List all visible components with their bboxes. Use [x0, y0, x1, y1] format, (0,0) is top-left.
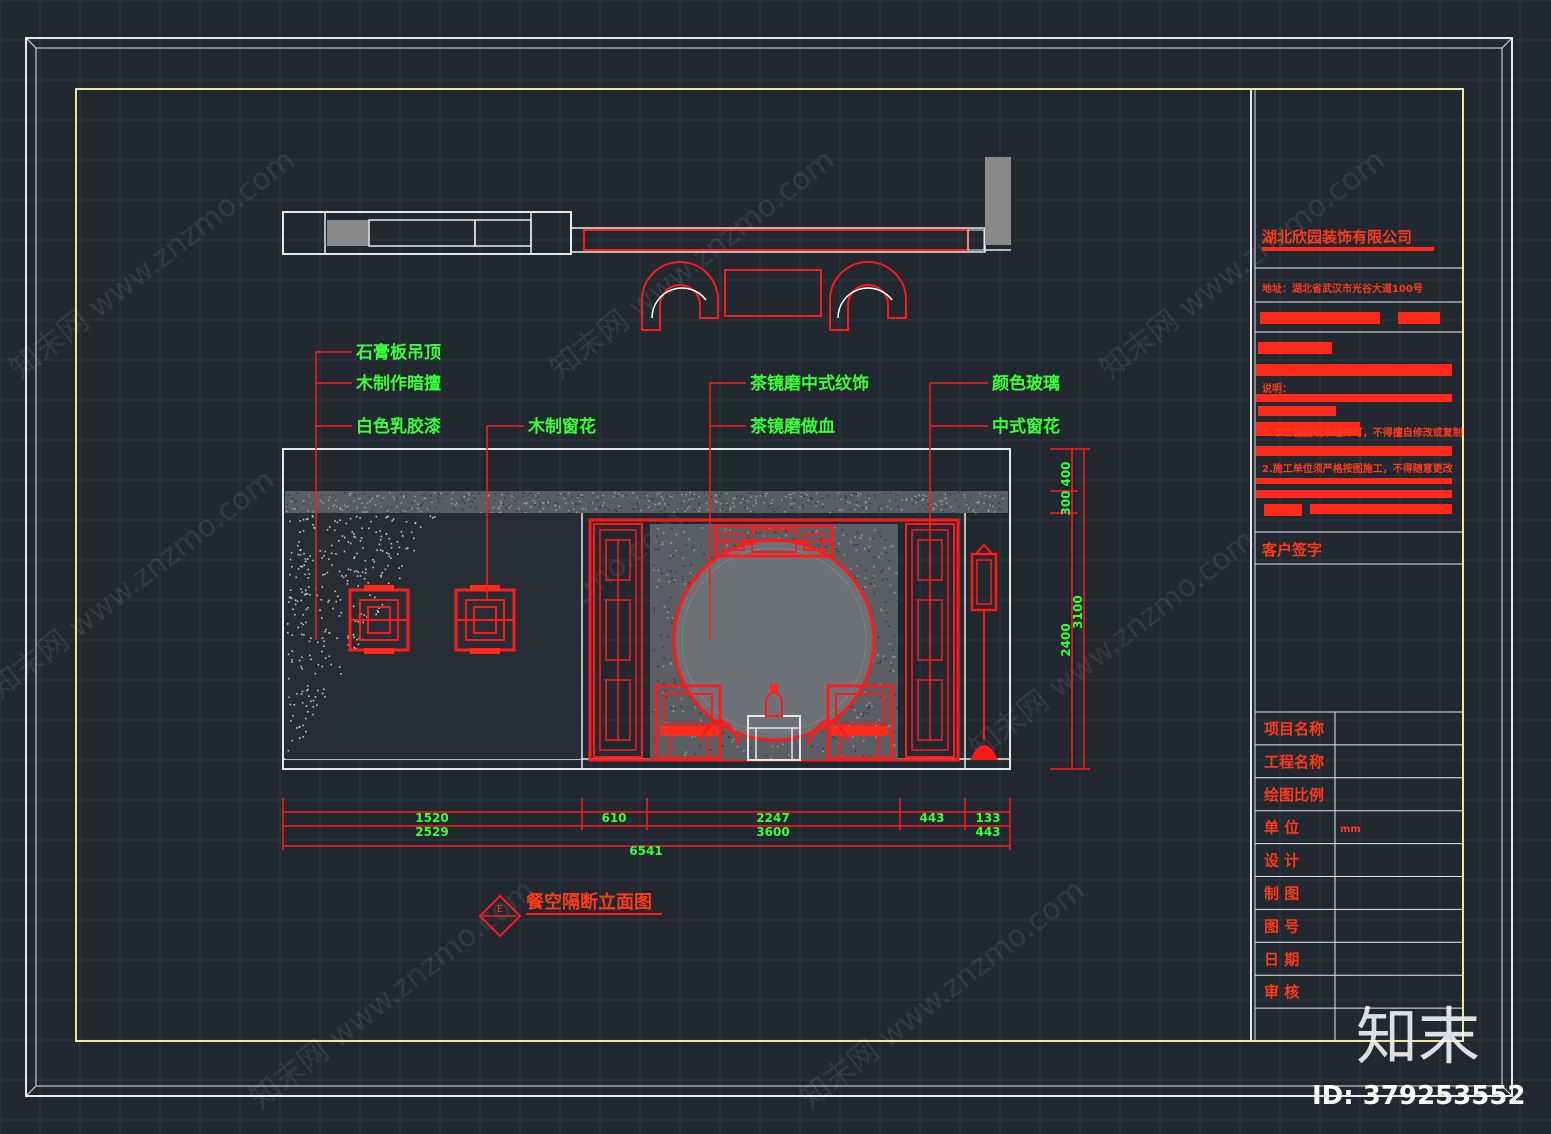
label-ceiling: 石膏板吊顶 [355, 342, 441, 363]
title-block-row-label: 单 位 [1264, 819, 1299, 837]
notes-heading: 说明： [1262, 382, 1292, 395]
annotation-labels: 石膏板吊顶 木制作暗擅 白色乳胶漆 木制窗花 茶镜磨中式纹饰 茶镜磨做血 颜色玻… [355, 342, 1060, 437]
dim-seg-a2: 2529 [415, 825, 448, 839]
unit-value: mm [1340, 824, 1361, 835]
title-block-row-label: 设 计 [1264, 852, 1299, 870]
label-mirror-panel: 茶镜磨做血 [750, 416, 835, 437]
cad-viewport: 知末网 www.znzmo.com 知末网 www.znzmo.com 知末网 … [0, 0, 1551, 1134]
moon-gate [672, 538, 876, 742]
dim-seg-c2: 3600 [756, 825, 789, 839]
title-text: 餐空隔断立面图 [525, 891, 652, 913]
title-block-row-label: 制 图 [1264, 885, 1299, 903]
dim-seg-c: 2247 [756, 811, 789, 825]
title-block-row-label: 工程名称 [1264, 753, 1324, 771]
dim-top-a: 400 [1059, 461, 1073, 486]
image-id: ID: 379253552 [1312, 1081, 1526, 1111]
label-cove: 木制作暗擅 [355, 373, 441, 394]
site-logo: 知末 ID: 379253552 [1312, 1000, 1526, 1111]
watermark-text: 知末网 www.znzmo.com [1093, 143, 1391, 387]
title-block-row-label: 项目名称 [1264, 720, 1324, 738]
dim-height-total: 3100 [1071, 595, 1085, 628]
vertical-dimensions: 400 300 2400 3100 [1050, 448, 1090, 770]
logo-text: 知末 [1356, 1000, 1480, 1073]
ceiling-band [285, 491, 1008, 513]
label-chinese-window: 中式窗花 [992, 416, 1060, 437]
dim-seg-e: 133 [975, 811, 1000, 825]
title-block-row-label: 日 期 [1264, 950, 1299, 968]
dim-seg-a: 1520 [415, 811, 448, 825]
dim-seg-e2: 443 [975, 825, 1000, 839]
watermark-text: 知末网 www.znzmo.com [0, 463, 282, 707]
dim-top-b: 300 [1059, 490, 1073, 515]
company-name: 湖北欣园装饰有限公司 [1262, 228, 1412, 246]
title-block-row-label: 图 号 [1264, 917, 1299, 935]
dim-total: 6541 [629, 844, 662, 858]
symbol-letter: E [497, 904, 503, 915]
watermark-text: 知末网 www.znzmo.com [3, 143, 301, 387]
client-signature-label: 客户签字 [1261, 541, 1322, 559]
label-wood-window: 木制窗花 [527, 416, 596, 437]
dim-seg-d: 443 [919, 811, 944, 825]
watermark-text: 知末网 www.znzmo.com [963, 523, 1261, 767]
horizontal-dimensions: 1520 2529 610 2247 3600 443 133 443 6541 [282, 798, 1011, 858]
label-mirror-pattern: 茶镜磨中式纹饰 [750, 373, 869, 394]
title-block: 湖北欣园装饰有限公司 地址：湖北省武汉市光谷大道100号 说明： 1.本工程图纸… [1250, 89, 1463, 1041]
dim-seg-b: 610 [601, 811, 626, 825]
label-glass: 颜色玻璃 [992, 373, 1060, 394]
company-address: 地址：湖北省武汉市光谷大道100号 [1262, 282, 1423, 295]
title-block-row-label: 审 核 [1264, 983, 1299, 1001]
note-1: 1.本工程图纸未经许可，不得擅自修改或复制 [1262, 426, 1463, 439]
title-block-row-label: 绘图比例 [1264, 786, 1324, 804]
note-2: 2.施工单位须严格按图施工，不得随意更改 [1262, 462, 1454, 475]
label-wall-paint: 白色乳胶漆 [356, 416, 441, 437]
cad-drawing: 知末网 www.znzmo.com 知末网 www.znzmo.com 知末网 … [0, 0, 1551, 1134]
